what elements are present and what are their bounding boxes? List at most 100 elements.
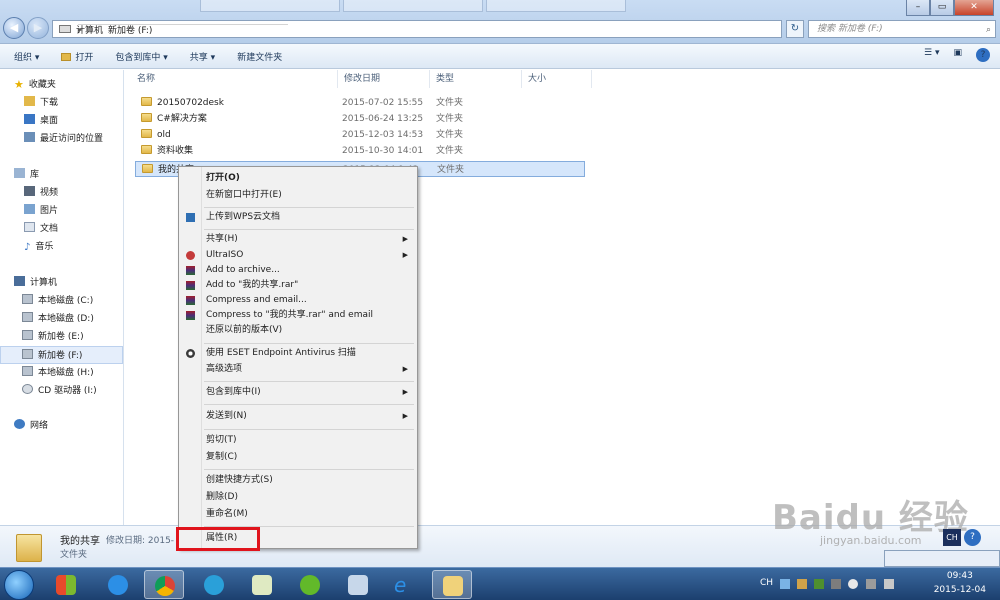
menu-item-send-to[interactable]: 发送到(N) ▶: [180, 409, 416, 424]
new-folder-button[interactable]: 新建文件夹: [237, 50, 282, 63]
chrome-icon: [155, 576, 175, 596]
menu-item-copy[interactable]: 复制(C): [180, 450, 416, 465]
taskbar-app[interactable]: e: [384, 570, 424, 599]
nav-network-label: 网络: [30, 421, 49, 431]
menu-item-open-new-window[interactable]: 在新窗口中打开(E): [180, 188, 416, 203]
menu-separator: [204, 429, 414, 430]
paint-icon: [348, 575, 368, 595]
start-button[interactable]: [4, 570, 34, 600]
file-type: 文件夹: [436, 98, 464, 108]
share-button[interactable]: 共享 ▾: [190, 50, 215, 63]
computer-icon: [14, 276, 25, 286]
help-icon[interactable]: ?: [964, 529, 981, 546]
network-tray-icon[interactable]: [866, 579, 876, 589]
close-button[interactable]: ✕: [954, 0, 994, 16]
nav-drive-f[interactable]: 新加卷 (F:): [0, 346, 123, 364]
menu-item-advanced[interactable]: 高级选项 ▶: [180, 362, 416, 377]
nav-favorites[interactable]: ★ 收藏夹: [14, 76, 137, 94]
file-name: old: [157, 130, 171, 140]
menu-item-add-rar[interactable]: Add to "我的共享.rar": [180, 278, 416, 293]
table-row[interactable]: 20150702desk 2015-07-02 15:55 文件夹: [135, 95, 585, 111]
include-in-library-button[interactable]: 包含到库中 ▾: [115, 50, 167, 63]
table-row[interactable]: old 2015-12-03 14:53 文件夹: [135, 127, 585, 143]
search-input[interactable]: 搜索 新加卷 (F:) ⌕: [808, 20, 996, 38]
volume-muted-icon[interactable]: [884, 579, 894, 589]
column-header-size[interactable]: 大小: [522, 70, 592, 88]
nav-computer[interactable]: 计算机: [14, 274, 137, 292]
taskbar-app[interactable]: [338, 570, 378, 599]
eset-icon: [186, 349, 195, 358]
search-icon: ⌕: [985, 25, 991, 35]
table-row[interactable]: 资料收集 2015-10-30 14:01 文件夹: [135, 143, 585, 159]
menu-item-create-shortcut[interactable]: 创建快捷方式(S): [180, 473, 416, 488]
background-tab[interactable]: [486, 0, 626, 12]
menu-item-compress-email-label: Compress and email...: [206, 295, 307, 305]
help-icon[interactable]: ?: [976, 48, 990, 62]
column-header-date[interactable]: 修改日期: [338, 70, 430, 88]
nav-drive-c-label: 本地磁盘 (C:): [38, 296, 94, 306]
tray-icon[interactable]: [848, 579, 858, 589]
refresh-button[interactable]: ↻: [786, 20, 804, 38]
tray-icon[interactable]: [831, 579, 841, 589]
nav-recent-label: 最近访问的位置: [40, 134, 104, 144]
baidu-watermark-url: jingyan.baidu.com: [820, 534, 922, 547]
back-button[interactable]: ◀: [3, 17, 25, 39]
menu-item-compress-rar-email[interactable]: Compress to "我的共享.rar" and email: [180, 308, 416, 323]
internet-explorer-icon: [108, 575, 128, 595]
menu-item-add-archive[interactable]: Add to archive...: [180, 263, 416, 278]
menu-item-restore-versions[interactable]: 还原以前的版本(V): [180, 323, 416, 338]
column-header-name[interactable]: 名称: [131, 70, 338, 88]
address-bar[interactable]: ▸ 计算机 ▸ 新加卷 (F:) ▸: [52, 20, 782, 38]
tray-icon[interactable]: [780, 579, 790, 589]
menu-separator: [204, 207, 414, 208]
file-type: 文件夹: [437, 165, 465, 175]
taskbar-app[interactable]: [144, 570, 184, 599]
menu-item-rename[interactable]: 重命名(M): [180, 507, 416, 522]
table-row[interactable]: C#解决方案 2015-06-24 13:25 文件夹: [135, 111, 585, 127]
taskbar-app[interactable]: [242, 570, 282, 599]
menu-item-add-archive-label: Add to archive...: [206, 265, 280, 275]
preview-pane-icon[interactable]: ▣: [953, 48, 962, 62]
forward-button[interactable]: ▶: [27, 17, 49, 39]
ime-toolbar[interactable]: [884, 550, 1000, 567]
menu-item-delete[interactable]: 删除(D): [180, 490, 416, 505]
open-button[interactable]: 打开: [61, 50, 93, 63]
tray-icon[interactable]: [814, 579, 824, 589]
tray-language[interactable]: CH: [760, 578, 773, 588]
menu-item-ultraiso-label: UltraISO: [206, 250, 244, 260]
column-header-type[interactable]: 类型: [430, 70, 522, 88]
nav-libraries[interactable]: 库: [14, 166, 137, 184]
menu-item-ultraiso[interactable]: UltraISO ▶: [180, 248, 416, 263]
menu-item-upload-wps[interactable]: 上传到WPS云文档: [180, 210, 416, 225]
maximize-button[interactable]: ▭: [930, 0, 954, 16]
taskbar-app[interactable]: [98, 570, 138, 599]
menu-item-add-rar-label: Add to "我的共享.rar": [206, 280, 299, 290]
menu-item-include-library-label: 包含到库中(I): [206, 387, 261, 397]
drive-icon: [59, 25, 71, 33]
menu-item-compress-email[interactable]: Compress and email...: [180, 293, 416, 308]
organize-button[interactable]: 组织 ▾: [14, 50, 39, 63]
menu-item-eset-scan[interactable]: 使用 ESET Endpoint Antivirus 扫描: [180, 346, 416, 361]
taskbar-app[interactable]: [194, 570, 234, 599]
nav-network[interactable]: 网络: [14, 417, 137, 435]
language-indicator[interactable]: CH: [943, 529, 961, 546]
menu-item-share[interactable]: 共享(H) ▶: [180, 232, 416, 247]
view-mode-icon[interactable]: ☰ ▾: [924, 48, 939, 62]
taskbar-app[interactable]: [432, 570, 472, 599]
nav-drive-e-label: 新加卷 (E:): [38, 332, 84, 342]
taskbar-app[interactable]: [46, 570, 86, 599]
tray-icon[interactable]: [797, 579, 807, 589]
folder-icon: [16, 534, 42, 562]
minimize-button[interactable]: –: [906, 0, 930, 16]
background-tab[interactable]: [343, 0, 483, 12]
libraries-icon: [14, 168, 25, 178]
clock[interactable]: 09:43 2015-12-04: [934, 569, 986, 597]
context-menu: 打开(O) 在新窗口中打开(E) 上传到WPS云文档 共享(H) ▶ UltraI…: [178, 166, 418, 549]
menu-item-include-library[interactable]: 包含到库中(I) ▶: [180, 385, 416, 400]
taskbar-app[interactable]: [290, 570, 330, 599]
menu-item-cut[interactable]: 剪切(T): [180, 433, 416, 448]
downloads-icon: [24, 96, 35, 106]
background-tab[interactable]: [200, 0, 340, 12]
recent-places-icon: [24, 132, 35, 142]
menu-item-open[interactable]: 打开(O): [180, 171, 416, 186]
